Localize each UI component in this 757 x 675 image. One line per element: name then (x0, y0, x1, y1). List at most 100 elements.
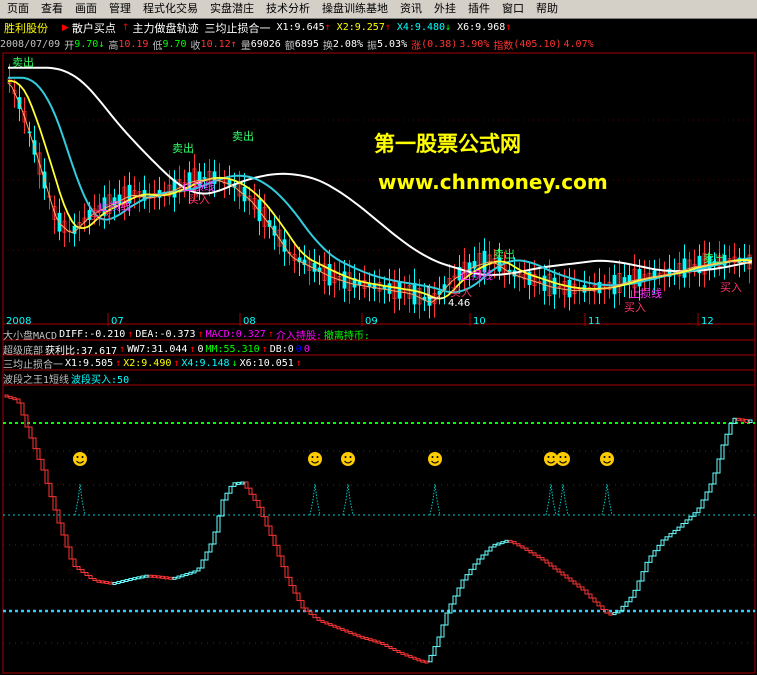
wave-step (324, 621, 329, 625)
buy-signal: 买入 (624, 301, 646, 314)
wave-step (220, 499, 225, 517)
bottom-line-part: 0 (197, 343, 204, 355)
watermark-url: www.chnmoney.com (378, 170, 608, 194)
candle-body (552, 277, 557, 295)
bottom-line-part: 超级底部 (3, 345, 43, 357)
wave-step (640, 571, 645, 582)
wave-step (152, 574, 157, 578)
wave-step (108, 581, 113, 585)
wave-step (512, 541, 517, 545)
wave-step (472, 563, 477, 570)
wave-step (424, 660, 429, 664)
wave-step (748, 419, 753, 423)
stop-line-part: X2:9.490 (123, 357, 172, 369)
buy-signal: 买入 (188, 193, 210, 206)
wave-step (572, 580, 577, 585)
sell-signal: 卖出 (172, 141, 194, 155)
candle-body (682, 258, 687, 278)
smiley-icon (73, 452, 87, 466)
wave-step (564, 574, 569, 579)
wave-step (288, 576, 293, 587)
wave-step (344, 629, 349, 633)
smiley-icon (600, 452, 614, 466)
wave-step (436, 636, 441, 648)
wave-step (192, 570, 197, 574)
macd-line-part: 撤离持币: (323, 330, 370, 342)
candle-body (397, 281, 402, 299)
wave-step (744, 419, 749, 423)
wave-buy-trigger (601, 483, 613, 516)
wave-step (328, 623, 333, 627)
stop-line-part: 三均止损合一 (3, 359, 63, 371)
wave-step (524, 547, 529, 551)
wave-step (160, 575, 165, 579)
wave-step (408, 655, 413, 659)
wave-step (132, 577, 137, 581)
candle-body (567, 279, 572, 298)
wave-step (244, 481, 249, 489)
stoploss-label: 止损线 (182, 179, 215, 193)
wave-step (28, 426, 33, 439)
wave-step (368, 638, 373, 642)
wave-step (332, 624, 337, 628)
wave-step (412, 656, 417, 660)
wave-step (388, 646, 393, 649)
wave-step (336, 626, 341, 630)
wave-step (48, 482, 53, 498)
buy-signal: 买入 (720, 281, 742, 294)
smiley-eye (547, 456, 550, 458)
wave-indicator-line: 波段之王1短线 波段买入:50 (3, 371, 131, 386)
wave-step (216, 515, 221, 533)
wave-step (204, 551, 209, 561)
wave-step (24, 414, 29, 428)
wave-step (360, 635, 365, 639)
wave-step (600, 605, 605, 611)
wave-step (716, 458, 721, 474)
wave-step (616, 610, 621, 614)
wave-step (88, 575, 93, 579)
bottom-line-part: ↑ (189, 343, 196, 355)
wave-step (140, 575, 145, 579)
wave-step (188, 571, 193, 575)
watermark-title: 第一股票公式网 (374, 132, 521, 156)
wave-step (276, 544, 281, 557)
smiley-eye (559, 456, 562, 458)
wave-step (516, 543, 521, 547)
wave-step (364, 637, 369, 640)
wave-buy-trigger (342, 483, 354, 516)
x-axis-label: 09 (365, 316, 378, 327)
macd-line-part: DIFF:-0.210 (59, 328, 126, 340)
wave-step (648, 555, 653, 563)
wave-step (316, 617, 321, 621)
wave-step (452, 595, 457, 605)
wave-step (588, 593, 593, 599)
bottom-line-part: MM:55.310 (205, 343, 260, 355)
wave-step (240, 481, 245, 485)
smiley-icon (556, 452, 570, 466)
wave-step (184, 573, 189, 577)
wave-step (592, 597, 597, 603)
wave-step (168, 576, 173, 580)
wave-step (464, 574, 469, 581)
wave-step (68, 546, 73, 560)
wave-step (536, 554, 541, 559)
smiley-eye (431, 456, 434, 458)
wave-step (128, 578, 133, 581)
wave-step (156, 575, 161, 579)
wave-step (56, 509, 61, 524)
wave-step (604, 609, 609, 614)
wave-line-part: 波段买入:50 (71, 374, 130, 386)
wave-step (664, 536, 669, 541)
wave-step (84, 572, 89, 576)
wave-step (656, 544, 661, 552)
sell-signal: 卖出 (493, 247, 515, 261)
wave-step (636, 580, 641, 591)
wave-step (260, 506, 265, 518)
wave-step (544, 559, 549, 564)
bottom-line-part: DB:0 (269, 343, 294, 355)
wave-step (740, 418, 745, 422)
wave-step (8, 395, 13, 399)
macd-line-part: 介入持股: (275, 330, 322, 342)
smiley-eye (349, 456, 352, 458)
wave-buy-trigger (309, 483, 321, 516)
